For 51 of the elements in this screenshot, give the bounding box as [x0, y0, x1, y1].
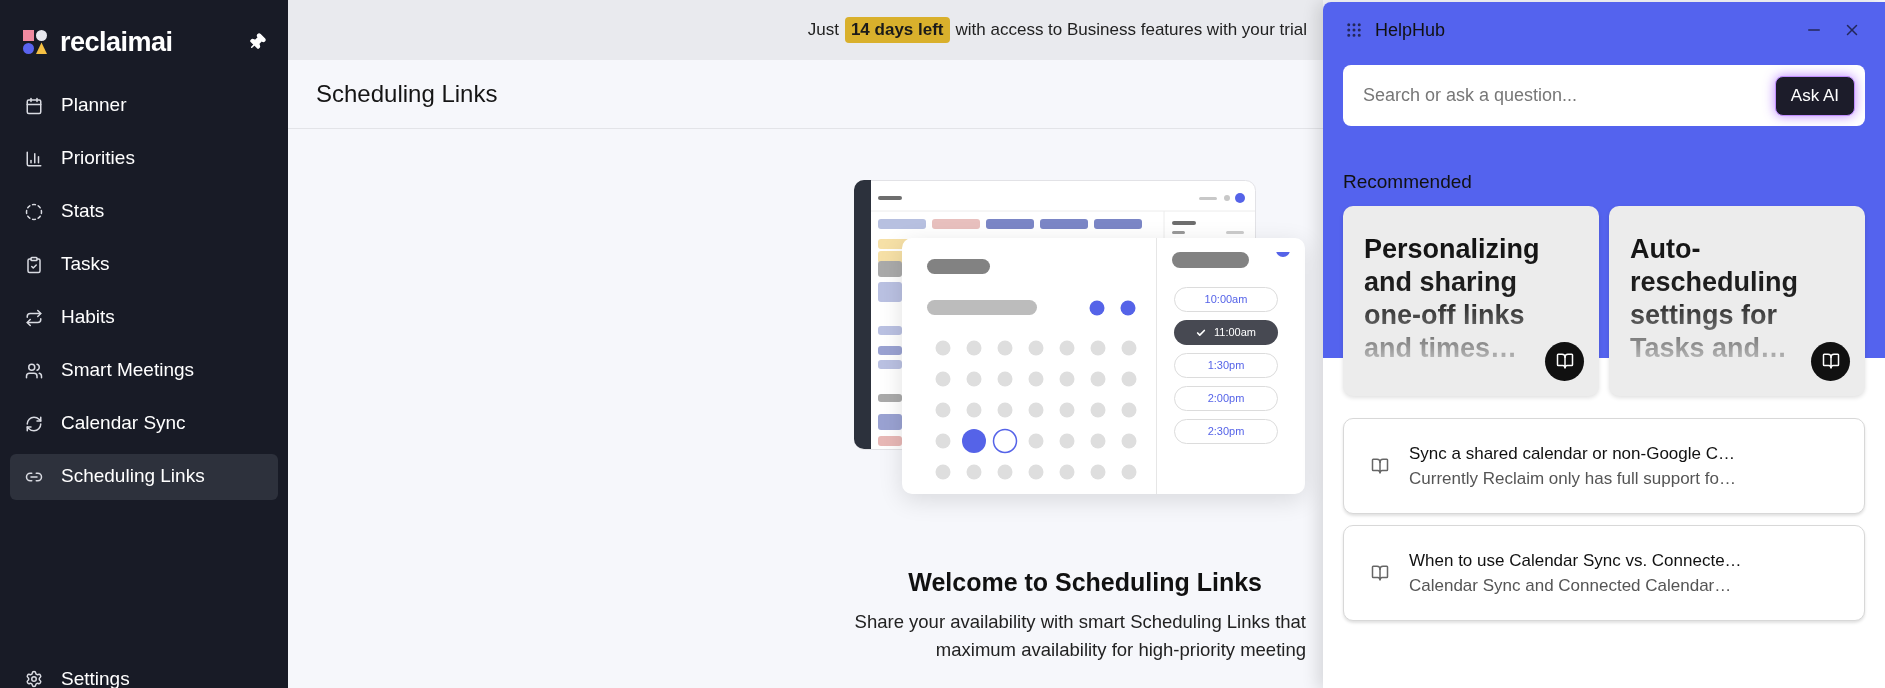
description-line: maximum availability for high-priority meeting [935, 637, 1306, 662]
check-icon [1196, 327, 1206, 338]
page-title: Scheduling Links [316, 79, 498, 109]
nav-icon [25, 149, 43, 168]
book-icon [1371, 456, 1389, 475]
book-icon [1371, 563, 1389, 582]
nav-item[interactable]: Smart Meetings [10, 347, 278, 394]
settings-icon [25, 670, 43, 688]
nav-item[interactable]: Planner [10, 82, 278, 129]
helphub-title: HelpHub [1375, 18, 1446, 42]
nav-item[interactable]: Priorities [10, 135, 278, 182]
description-line: Share your availability with smart Scheduling Links that [854, 609, 1306, 634]
section-heading: Recommended [1343, 170, 1473, 194]
nav-icon [25, 308, 43, 327]
book-badge[interactable] [1545, 341, 1584, 381]
article-card[interactable]: Auto-rescheduling settings for Tasks and… [1609, 205, 1865, 396]
nav-item[interactable]: Habits [10, 294, 278, 341]
time-slot: 2:00pm [1174, 386, 1278, 411]
nav-item[interactable]: Scheduling Links [10, 453, 278, 500]
nav-item[interactable]: Stats [10, 188, 278, 235]
article-item[interactable]: Sync a shared calendar or non-Google C… Currently Reclaim only has full support fo… [1343, 417, 1865, 514]
time-slot: 11:00am [1174, 320, 1278, 345]
nav-icon [25, 361, 43, 380]
article-title: Sync a shared calendar or non-Google C… [1409, 442, 1736, 465]
logo-wordmark: reclaimai [60, 26, 173, 59]
nav-icon [25, 96, 43, 115]
time-slot: 2:30pm [1174, 419, 1278, 444]
book-icon [1555, 352, 1574, 370]
nav-item[interactable]: Tasks [10, 241, 278, 288]
nav-icon [25, 414, 43, 433]
nav-item[interactable]: Calendar Sync [10, 400, 278, 447]
article-subtitle: Currently Reclaim only has full support fo… [1409, 467, 1736, 490]
grip-icon[interactable] [1345, 21, 1363, 39]
ask-ai-button[interactable]: Ask AI [1774, 75, 1855, 116]
time-slot: 1:30pm [1174, 353, 1278, 378]
welcome-title: Welcome to Scheduling Links [908, 567, 1262, 598]
article-subtitle: Calendar Sync and Connected Calendar… [1409, 574, 1733, 597]
logo-icon [22, 29, 48, 56]
settings-link[interactable]: Settings [0, 666, 288, 688]
article-item[interactable]: When to use Calendar Sync vs. Connecte… Calendar Sync and Connected Calendar… [1343, 524, 1865, 621]
time-slot: 10:00am [1174, 287, 1278, 312]
banner-text: Just [807, 19, 839, 42]
article-card[interactable]: Personalizing and sharing one-off links and times… [1343, 205, 1599, 396]
search-field[interactable]: Search or ask a question... Ask AI [1343, 65, 1865, 126]
days-left-badge: 14 days left [844, 17, 950, 43]
book-icon [1821, 352, 1840, 370]
nav-icon [25, 202, 43, 221]
book-badge[interactable] [1811, 341, 1850, 381]
article-title: When to use Calendar Sync vs. Connecte… [1409, 549, 1742, 572]
banner-text: with access to Business features with your trial [955, 19, 1307, 42]
nav-icon [25, 255, 43, 274]
